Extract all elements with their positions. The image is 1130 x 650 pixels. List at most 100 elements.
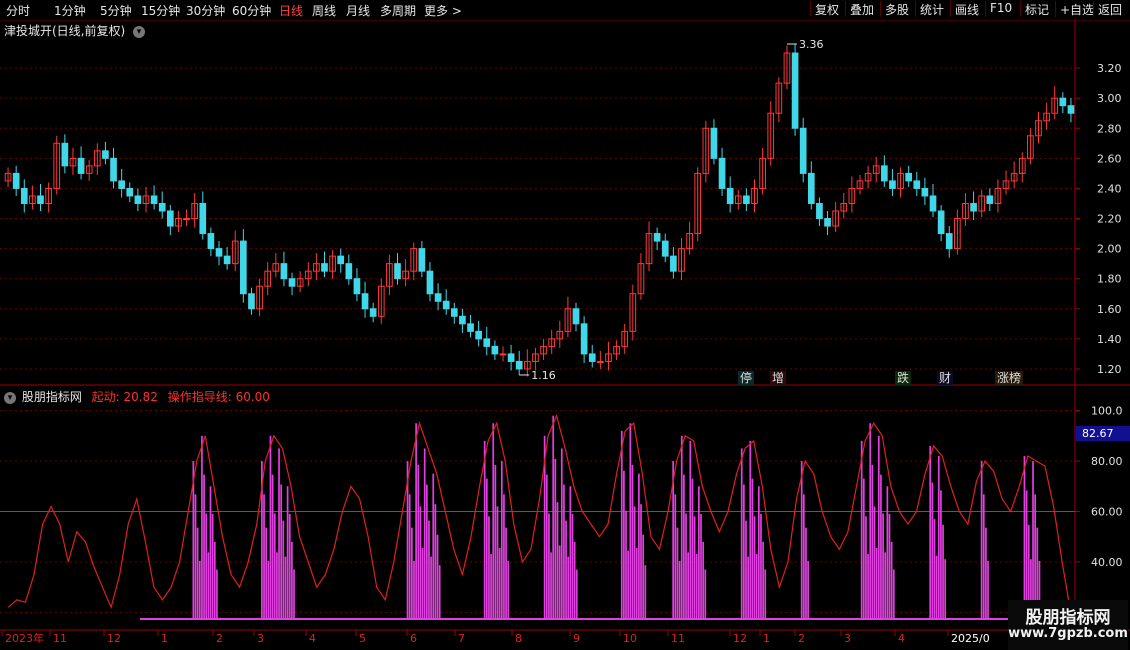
histogram-bar — [575, 569, 578, 619]
histogram-bar — [982, 494, 985, 619]
histogram-bar — [685, 513, 687, 619]
candle-body — [743, 195, 750, 204]
histogram-bar — [740, 448, 743, 619]
candle-body — [572, 308, 580, 325]
time-tick-label: 12 — [107, 632, 121, 645]
price-tick-label: 1.60 — [1097, 303, 1122, 316]
candle-body — [880, 165, 888, 182]
candle-body — [483, 338, 491, 347]
indicator-tick-label: 40.00 — [1091, 556, 1123, 569]
time-tick-label: 5 — [359, 632, 366, 645]
histogram-bar — [931, 482, 934, 619]
histogram-bar — [565, 520, 567, 619]
histogram-bar — [929, 445, 932, 619]
price-tick-label: 2.40 — [1097, 182, 1122, 195]
histogram-bar — [764, 569, 767, 619]
candle-body — [361, 293, 369, 310]
candle-body — [726, 187, 734, 204]
candle-body — [905, 172, 913, 182]
candle-body — [491, 345, 499, 355]
histogram-bar — [430, 556, 432, 619]
histogram-bar — [987, 560, 989, 619]
time-tick-label: 11 — [53, 632, 67, 645]
candle-body — [434, 293, 442, 302]
candle-body — [945, 233, 953, 250]
histogram-bar — [569, 486, 572, 619]
histogram-bar — [428, 520, 430, 619]
histogram-bar — [933, 519, 936, 619]
histogram-bar — [753, 516, 756, 619]
candle-body — [240, 240, 247, 295]
histogram-bar — [263, 494, 265, 619]
candle-body — [442, 300, 450, 310]
histogram-bar — [942, 524, 944, 619]
indicator-last-value: 82.67 — [1076, 426, 1130, 441]
candle-body — [824, 218, 831, 227]
histogram-bar — [271, 474, 274, 619]
price-tick-label: 2.20 — [1097, 213, 1122, 226]
histogram-bar — [755, 554, 758, 619]
histogram-bar — [284, 556, 287, 619]
candle-body — [223, 255, 231, 265]
candle-body — [134, 195, 142, 204]
histogram-bar — [196, 527, 199, 619]
histogram-bar — [552, 415, 555, 619]
time-tick-label: 8 — [515, 632, 522, 645]
time-tick-label: 3 — [844, 632, 851, 645]
badge-finance[interactable]: 财 — [937, 371, 954, 385]
indicator-line — [7, 413, 1072, 613]
badge-increase[interactable]: 增 — [770, 371, 787, 385]
histogram-bar — [680, 435, 683, 619]
watermark-url: www.7gpzb.com — [1008, 626, 1128, 641]
histogram-bar — [862, 478, 865, 619]
candle-body — [889, 180, 896, 189]
histogram-bar — [702, 541, 705, 619]
histogram-bar — [762, 541, 764, 619]
histogram-bar — [413, 560, 415, 619]
candle-body — [1067, 105, 1075, 114]
histogram-bar — [550, 552, 552, 619]
candle-body — [150, 195, 158, 204]
histogram-bar — [503, 494, 505, 619]
histogram-bar — [676, 527, 679, 619]
badge-top-gainers[interactable]: 涨榜 — [995, 371, 1024, 385]
indicator-tick-label: 80.00 — [1091, 455, 1123, 468]
histogram-bar — [571, 514, 574, 619]
candle-body — [913, 180, 921, 189]
chevron-down-icon[interactable]: ▾ — [133, 25, 146, 38]
time-tick-label: 1 — [763, 632, 770, 645]
candle-body — [507, 353, 515, 362]
histogram-bar — [560, 448, 563, 619]
histogram-bar — [207, 552, 210, 619]
histogram-bar — [494, 464, 497, 619]
candle-body — [166, 210, 174, 227]
badge-drop[interactable]: 跌 — [895, 371, 912, 385]
histogram-bar — [198, 560, 201, 619]
indicator-param-start: 起动: 20.82 — [91, 390, 158, 404]
candle-body — [118, 180, 125, 189]
indicator-param-guide: 操作指导线: 60.00 — [167, 390, 270, 404]
histogram-bar — [802, 494, 805, 619]
histogram-bar — [417, 464, 420, 619]
histogram-bar — [642, 534, 645, 619]
time-tick-label: 2 — [216, 632, 223, 645]
price-tick-label: 2.60 — [1097, 152, 1122, 165]
histogram-bar — [892, 569, 895, 619]
histogram-bar — [423, 448, 426, 619]
indicator-name: 股朋指标网 — [21, 390, 82, 404]
candle-body — [369, 308, 377, 317]
histogram-bar — [877, 435, 880, 619]
candle-body — [337, 255, 345, 265]
candle-body — [718, 157, 726, 189]
histogram-bar — [800, 461, 803, 619]
histogram-bar — [573, 541, 576, 619]
histogram-bar — [871, 464, 874, 619]
kline-chart: 3.20 3.00 2.80 2.60 2.40 2.20 2.00 1.80 1.60 1.40… — [0, 20, 1130, 650]
badge-suspend[interactable]: 停 — [738, 371, 755, 385]
chevron-down-icon[interactable]: ▾ — [4, 391, 16, 404]
histogram-bar — [1023, 456, 1026, 619]
histogram-bar — [884, 552, 887, 619]
price-tick-label: 3.00 — [1097, 92, 1122, 105]
candle-body — [199, 202, 207, 235]
histogram-bar — [211, 514, 214, 619]
